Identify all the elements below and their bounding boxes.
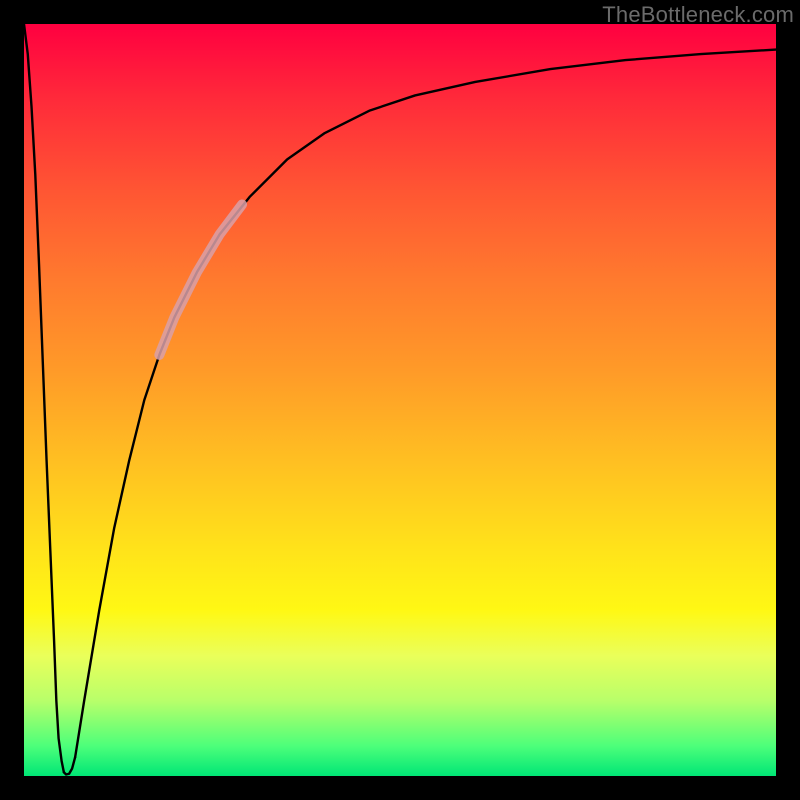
- curve-layer: [24, 24, 776, 776]
- series-highlight-segment: [159, 204, 242, 354]
- chart-frame: TheBottleneck.com: [0, 0, 800, 800]
- plot-area: [24, 24, 776, 776]
- series-group: [24, 24, 776, 775]
- series-left-drop: [24, 24, 64, 772]
- series-dip-bottom: [64, 757, 75, 774]
- series-rising-asymptote: [75, 50, 776, 758]
